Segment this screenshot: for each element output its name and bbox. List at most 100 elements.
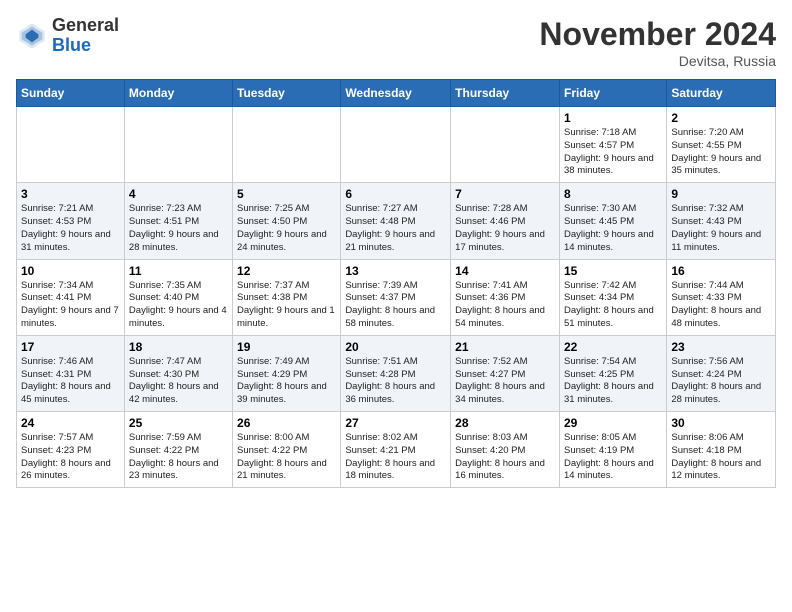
day-number: 19: [237, 340, 336, 354]
day-number: 28: [455, 416, 555, 430]
day-info: Sunrise: 7:52 AM Sunset: 4:27 PM Dayligh…: [455, 356, 555, 407]
day-cell: 27 Sunrise: 8:02 AM Sunset: 4:21 PM Dayli…: [341, 412, 451, 488]
day-info: Sunrise: 8:06 AM Sunset: 4:18 PM Dayligh…: [671, 432, 771, 483]
header: General Blue November 2024 Devitsa, Russ…: [16, 16, 776, 69]
week-row-4: 17 Sunrise: 7:46 AM Sunset: 4:31 PM Dayli…: [17, 335, 776, 411]
day-number: 16: [671, 264, 771, 278]
day-cell: [17, 107, 125, 183]
day-info: Sunrise: 7:18 AM Sunset: 4:57 PM Dayligh…: [564, 127, 662, 178]
day-cell: 23 Sunrise: 7:56 AM Sunset: 4:24 PM Dayli…: [667, 335, 776, 411]
day-cell: 24Sunrise: 7:57 AM Sunset: 4:23 PM Dayli…: [17, 412, 125, 488]
day-cell: 11 Sunrise: 7:35 AM Sunset: 4:40 PM Dayli…: [124, 259, 232, 335]
title-area: November 2024 Devitsa, Russia: [539, 16, 776, 69]
day-info: Sunrise: 7:42 AM Sunset: 4:34 PM Dayligh…: [564, 280, 662, 331]
col-header-sunday: Sunday: [17, 80, 125, 107]
day-cell: 22 Sunrise: 7:54 AM Sunset: 4:25 PM Dayli…: [559, 335, 666, 411]
day-info: Sunrise: 8:05 AM Sunset: 4:19 PM Dayligh…: [564, 432, 662, 483]
calendar-header-row: SundayMondayTuesdayWednesdayThursdayFrid…: [17, 80, 776, 107]
day-info: Sunrise: 7:35 AM Sunset: 4:40 PM Dayligh…: [129, 280, 228, 331]
day-cell: 5Sunrise: 7:25 AM Sunset: 4:50 PM Daylig…: [233, 183, 341, 259]
col-header-saturday: Saturday: [667, 80, 776, 107]
day-number: 4: [129, 187, 228, 201]
day-cell: 28 Sunrise: 8:03 AM Sunset: 4:20 PM Dayli…: [451, 412, 560, 488]
week-row-1: 1 Sunrise: 7:18 AM Sunset: 4:57 PM Daylig…: [17, 107, 776, 183]
col-header-wednesday: Wednesday: [341, 80, 451, 107]
day-cell: 19 Sunrise: 7:49 AM Sunset: 4:29 PM Dayli…: [233, 335, 341, 411]
day-info: Sunrise: 7:46 AM Sunset: 4:31 PM Dayligh…: [21, 356, 120, 407]
day-cell: 6Sunrise: 7:27 AM Sunset: 4:48 PM Daylig…: [341, 183, 451, 259]
day-info: Sunrise: 7:20 AM Sunset: 4:55 PM Dayligh…: [671, 127, 771, 178]
day-info: Sunrise: 8:02 AM Sunset: 4:21 PM Dayligh…: [345, 432, 446, 483]
day-cell: 3 Sunrise: 7:21 AM Sunset: 4:53 PM Daylig…: [17, 183, 125, 259]
day-number: 11: [129, 264, 228, 278]
day-number: 17: [21, 340, 120, 354]
day-number: 21: [455, 340, 555, 354]
day-info: Sunrise: 7:28 AM Sunset: 4:46 PM Dayligh…: [455, 203, 555, 254]
day-info: Sunrise: 7:49 AM Sunset: 4:29 PM Dayligh…: [237, 356, 336, 407]
day-number: 14: [455, 264, 555, 278]
day-cell: 18Sunrise: 7:47 AM Sunset: 4:30 PM Dayli…: [124, 335, 232, 411]
day-info: Sunrise: 7:23 AM Sunset: 4:51 PM Dayligh…: [129, 203, 228, 254]
day-cell: 10 Sunrise: 7:34 AM Sunset: 4:41 PM Dayli…: [17, 259, 125, 335]
day-info: Sunrise: 7:34 AM Sunset: 4:41 PM Dayligh…: [21, 280, 120, 331]
day-cell: 25Sunrise: 7:59 AM Sunset: 4:22 PM Dayli…: [124, 412, 232, 488]
day-cell: 30 Sunrise: 8:06 AM Sunset: 4:18 PM Dayli…: [667, 412, 776, 488]
day-number: 2: [671, 111, 771, 125]
day-number: 10: [21, 264, 120, 278]
day-number: 18: [129, 340, 228, 354]
col-header-thursday: Thursday: [451, 80, 560, 107]
day-number: 30: [671, 416, 771, 430]
day-number: 3: [21, 187, 120, 201]
logo-icon: [16, 20, 48, 52]
day-cell: 4 Sunrise: 7:23 AM Sunset: 4:51 PM Daylig…: [124, 183, 232, 259]
col-header-friday: Friday: [559, 80, 666, 107]
day-number: 12: [237, 264, 336, 278]
day-cell: 15 Sunrise: 7:42 AM Sunset: 4:34 PM Dayli…: [559, 259, 666, 335]
day-info: Sunrise: 7:21 AM Sunset: 4:53 PM Dayligh…: [21, 203, 120, 254]
day-cell: 29 Sunrise: 8:05 AM Sunset: 4:19 PM Dayli…: [559, 412, 666, 488]
week-row-3: 10 Sunrise: 7:34 AM Sunset: 4:41 PM Dayli…: [17, 259, 776, 335]
day-number: 1: [564, 111, 662, 125]
calendar-table: SundayMondayTuesdayWednesdayThursdayFrid…: [16, 79, 776, 488]
day-number: 6: [345, 187, 446, 201]
day-number: 20: [345, 340, 446, 354]
day-number: 23: [671, 340, 771, 354]
day-info: Sunrise: 7:59 AM Sunset: 4:22 PM Dayligh…: [129, 432, 228, 483]
day-cell: 1 Sunrise: 7:18 AM Sunset: 4:57 PM Daylig…: [559, 107, 666, 183]
day-cell: 26 Sunrise: 8:00 AM Sunset: 4:22 PM Dayli…: [233, 412, 341, 488]
day-cell: 17 Sunrise: 7:46 AM Sunset: 4:31 PM Dayli…: [17, 335, 125, 411]
day-info: Sunrise: 8:00 AM Sunset: 4:22 PM Dayligh…: [237, 432, 336, 483]
location: Devitsa, Russia: [539, 53, 776, 69]
day-cell: 7Sunrise: 7:28 AM Sunset: 4:46 PM Daylig…: [451, 183, 560, 259]
day-cell: 16 Sunrise: 7:44 AM Sunset: 4:33 PM Dayli…: [667, 259, 776, 335]
day-number: 29: [564, 416, 662, 430]
week-row-5: 24Sunrise: 7:57 AM Sunset: 4:23 PM Dayli…: [17, 412, 776, 488]
logo-blue: Blue: [52, 35, 91, 55]
day-info: Sunrise: 7:56 AM Sunset: 4:24 PM Dayligh…: [671, 356, 771, 407]
day-number: 22: [564, 340, 662, 354]
day-number: 8: [564, 187, 662, 201]
logo: General Blue: [16, 16, 119, 56]
day-number: 27: [345, 416, 446, 430]
day-cell: [233, 107, 341, 183]
day-cell: [451, 107, 560, 183]
day-info: Sunrise: 8:03 AM Sunset: 4:20 PM Dayligh…: [455, 432, 555, 483]
day-info: Sunrise: 7:54 AM Sunset: 4:25 PM Dayligh…: [564, 356, 662, 407]
day-info: Sunrise: 7:41 AM Sunset: 4:36 PM Dayligh…: [455, 280, 555, 331]
day-cell: 21 Sunrise: 7:52 AM Sunset: 4:27 PM Dayli…: [451, 335, 560, 411]
day-cell: 2 Sunrise: 7:20 AM Sunset: 4:55 PM Daylig…: [667, 107, 776, 183]
day-number: 9: [671, 187, 771, 201]
day-number: 13: [345, 264, 446, 278]
day-cell: 13 Sunrise: 7:39 AM Sunset: 4:37 PM Dayli…: [341, 259, 451, 335]
day-cell: 20Sunrise: 7:51 AM Sunset: 4:28 PM Dayli…: [341, 335, 451, 411]
week-row-2: 3 Sunrise: 7:21 AM Sunset: 4:53 PM Daylig…: [17, 183, 776, 259]
day-cell: 14 Sunrise: 7:41 AM Sunset: 4:36 PM Dayli…: [451, 259, 560, 335]
day-number: 15: [564, 264, 662, 278]
day-cell: 12Sunrise: 7:37 AM Sunset: 4:38 PM Dayli…: [233, 259, 341, 335]
day-info: Sunrise: 7:39 AM Sunset: 4:37 PM Dayligh…: [345, 280, 446, 331]
day-info: Sunrise: 7:57 AM Sunset: 4:23 PM Dayligh…: [21, 432, 120, 483]
day-number: 26: [237, 416, 336, 430]
day-number: 5: [237, 187, 336, 201]
day-cell: [341, 107, 451, 183]
day-info: Sunrise: 7:44 AM Sunset: 4:33 PM Dayligh…: [671, 280, 771, 331]
